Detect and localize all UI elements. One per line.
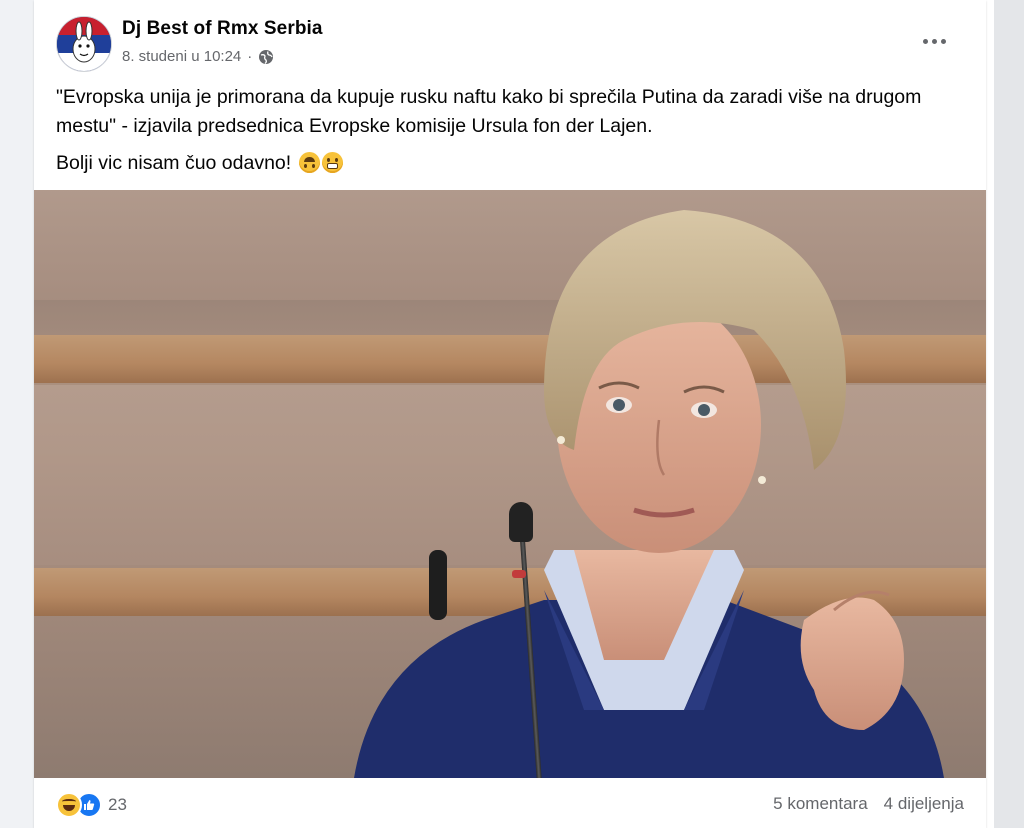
comments-count-link[interactable]: 5 komentara	[773, 794, 868, 814]
page-scroll-gutter	[986, 0, 1024, 828]
globe-icon[interactable]	[258, 49, 274, 65]
post-text-comment: Bolji vic nisam čuo odavno!	[56, 149, 964, 178]
shares-count-link[interactable]: 4 dijeljenja	[884, 794, 964, 814]
post-footer: 23 5 komentara 4 dijeljenja	[34, 778, 986, 828]
post-header: Dj Best of Rmx Serbia 8. studeni u 10:24…	[56, 16, 964, 72]
more-options-icon[interactable]	[916, 26, 952, 56]
post-text-comment-label: Bolji vic nisam čuo odavno!	[56, 152, 292, 174]
photo-microphone-head	[509, 502, 533, 542]
post-photo[interactable]	[34, 190, 986, 778]
avatar-logo-icon	[57, 17, 111, 71]
post-meta: 8. studeni u 10:24 ·	[122, 48, 274, 65]
haha-icon	[56, 792, 82, 818]
post-stats: 5 komentara 4 dijeljenja	[773, 794, 964, 814]
post-author-name[interactable]: Dj Best of Rmx Serbia	[122, 18, 323, 40]
page-avatar[interactable]	[56, 16, 112, 72]
post-timestamp[interactable]: 8. studeni u 10:24	[122, 48, 241, 65]
post-text-quote: "Evropska unija je primorana da kupuje r…	[56, 86, 922, 137]
feed-post: Dj Best of Rmx Serbia 8. studeni u 10:24…	[34, 0, 986, 828]
reaction-summary[interactable]: 23	[56, 792, 127, 818]
grinning-face-icon	[321, 152, 343, 173]
photo-microphone-ring	[512, 570, 526, 578]
post-body: "Evropska unija je primorana da kupuje r…	[56, 83, 964, 186]
photo-speaker-figure	[354, 210, 944, 778]
upside-down-face-icon	[298, 152, 320, 173]
meta-separator: ·	[247, 48, 253, 65]
reaction-count: 23	[108, 795, 127, 814]
